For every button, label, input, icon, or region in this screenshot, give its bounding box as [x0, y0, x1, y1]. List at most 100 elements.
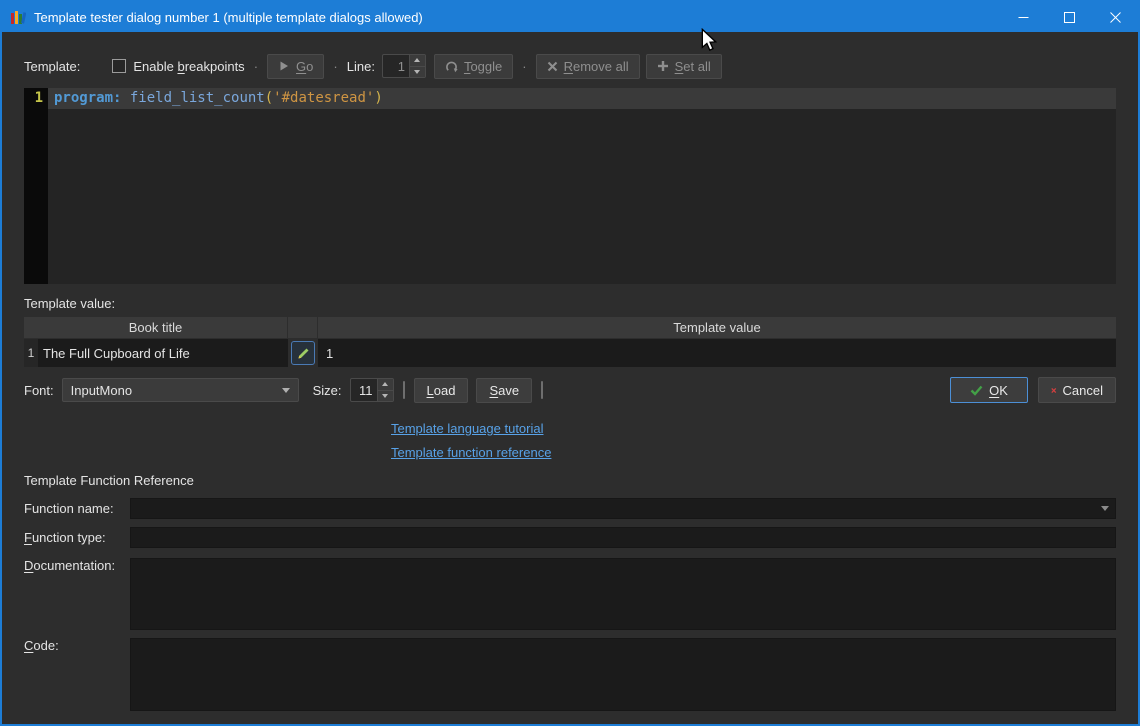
load-button-label: Load — [426, 382, 456, 398]
cancel-button-label: Cancel — [1062, 382, 1103, 398]
spin-up-button[interactable] — [377, 379, 393, 390]
go-button-label: Go — [296, 58, 314, 74]
template-value-table: Book title Template value 1 The Full Cup… — [24, 317, 1116, 367]
font-size-spinbox[interactable]: 11 — [349, 378, 394, 402]
font-family-combobox[interactable]: InputMono — [61, 378, 299, 402]
maximize-icon — [1063, 11, 1075, 23]
column-header-book-title[interactable]: Book title — [24, 317, 288, 338]
book-title-cell[interactable]: The Full Cupboard of Life — [38, 339, 288, 367]
function-type-field[interactable] — [130, 527, 1116, 548]
spin-down-icon — [414, 69, 421, 74]
template-toolbar: Template: Enable breakpoints · Go · Line… — [24, 52, 1116, 80]
line-label: Line: — [346, 58, 375, 74]
template-reference-link[interactable]: Template function reference — [391, 441, 551, 465]
spin-down-button[interactable] — [377, 389, 393, 401]
table-header-row: Book title Template value — [24, 317, 1116, 338]
font-size-spin-buttons — [376, 379, 393, 401]
font-toolbar: Font: InputMono Size: 11 Load Save OK Ca… — [24, 377, 1116, 403]
code-line-current[interactable]: program: field_list_count('#datesread') — [48, 88, 1116, 109]
play-icon — [280, 61, 289, 71]
line-number: 1 — [34, 90, 43, 106]
ok-button-label: OK — [989, 382, 1008, 398]
ok-button[interactable]: OK — [950, 377, 1028, 403]
minimize-icon — [1018, 16, 1028, 18]
documentation-label: Documentation: — [24, 558, 116, 573]
cancel-x-icon — [1051, 387, 1057, 393]
spin-up-icon — [414, 58, 421, 63]
toggle-button-label: Toggle — [463, 58, 503, 74]
code-keyword: program: — [54, 90, 122, 106]
template-value-label: Template value: — [24, 296, 116, 311]
window-title: Template tester dialog number 1 (multipl… — [34, 9, 423, 25]
close-button[interactable] — [1092, 2, 1138, 32]
toolbar-separator-dot: · — [522, 58, 527, 74]
documentation-textarea[interactable] — [130, 558, 1116, 630]
function-type-row: Function type: — [24, 527, 1116, 548]
line-spinbox-value[interactable]: 1 — [383, 55, 409, 77]
chevron-down-icon — [281, 387, 290, 393]
font-label: Font: — [24, 382, 54, 398]
font-size-value[interactable]: 11 — [351, 379, 377, 401]
set-all-button-label: Set all — [674, 58, 711, 74]
column-header-template-value[interactable]: Template value — [318, 317, 1116, 338]
toolbar-separator-dot: · — [333, 58, 338, 74]
documentation-row: Documentation: — [24, 558, 1116, 630]
cancel-button[interactable]: Cancel — [1038, 377, 1116, 403]
help-links: Template language tutorial Template func… — [391, 417, 1116, 465]
line-spinbox[interactable]: 1 — [381, 54, 426, 78]
window-controls — [1000, 2, 1138, 32]
line-spin-buttons — [408, 55, 425, 77]
spin-up-icon — [382, 382, 389, 387]
app-icon — [10, 9, 26, 25]
function-name-combobox[interactable] — [130, 498, 1116, 519]
code-string-literal: '#datesread' — [273, 90, 375, 106]
font-family-value: InputMono — [70, 382, 133, 398]
function-code-textarea[interactable] — [130, 638, 1116, 711]
code-row: Code: — [24, 638, 1116, 711]
save-button-label: Save — [489, 382, 520, 398]
enable-breakpoints-checkbox[interactable]: Enable breakpoints — [112, 58, 245, 74]
edit-cell — [288, 339, 318, 367]
template-label: Template: — [24, 58, 81, 74]
template-tutorial-link[interactable]: Template language tutorial — [391, 417, 544, 441]
minimize-button[interactable] — [1000, 2, 1046, 32]
enable-breakpoints-label: Enable breakpoints — [133, 58, 245, 74]
remove-all-button-label: Remove all — [563, 58, 629, 74]
go-button[interactable]: Go — [267, 53, 325, 79]
edit-template-value-button[interactable] — [291, 341, 315, 365]
font-size-label: Size: — [312, 382, 342, 398]
remove-all-breakpoints-button[interactable]: Remove all — [535, 53, 640, 79]
code-label: Code: — [24, 638, 59, 653]
titlebar[interactable]: Template tester dialog number 1 (multipl… — [2, 2, 1138, 32]
toggle-icon — [446, 61, 458, 72]
load-font-button[interactable]: Load — [413, 377, 469, 403]
template-code-editor[interactable]: 1 program: field_list_count('#datesread'… — [24, 88, 1116, 284]
template-tester-window: Template tester dialog number 1 (multipl… — [0, 0, 1140, 726]
maximize-button[interactable] — [1046, 2, 1092, 32]
checkbox-box-icon[interactable] — [112, 59, 127, 73]
spin-down-icon — [382, 393, 389, 398]
close-icon — [1109, 11, 1121, 23]
save-font-button[interactable]: Save — [476, 377, 533, 403]
set-all-breakpoints-button[interactable]: Set all — [645, 53, 722, 79]
toolbar-separator-dot: · — [253, 58, 259, 74]
chevron-down-icon — [1101, 506, 1109, 511]
pencil-icon — [298, 348, 308, 358]
check-icon — [970, 385, 983, 396]
function-name-label: Function name: — [24, 501, 114, 516]
function-type-label: Function type: — [24, 530, 106, 545]
toggle-breakpoint-button[interactable]: Toggle — [433, 53, 514, 79]
spin-down-button[interactable] — [409, 65, 425, 77]
function-reference-title: Template Function Reference — [24, 473, 194, 488]
table-row[interactable]: 1 The Full Cupboard of Life 1 — [24, 339, 1116, 367]
spin-up-button[interactable] — [409, 55, 425, 66]
remove-x-icon — [547, 61, 557, 71]
code-area[interactable]: program: field_list_count('#datesread') — [48, 88, 1116, 284]
toolbar-separator — [541, 381, 544, 399]
line-number-gutter: 1 — [24, 88, 48, 284]
column-header-edit[interactable] — [288, 317, 318, 338]
plus-icon — [657, 61, 668, 71]
code-close-paren: ) — [374, 90, 383, 106]
code-function-name: field_list_count — [121, 90, 265, 106]
template-value-cell[interactable]: 1 — [318, 339, 1116, 367]
